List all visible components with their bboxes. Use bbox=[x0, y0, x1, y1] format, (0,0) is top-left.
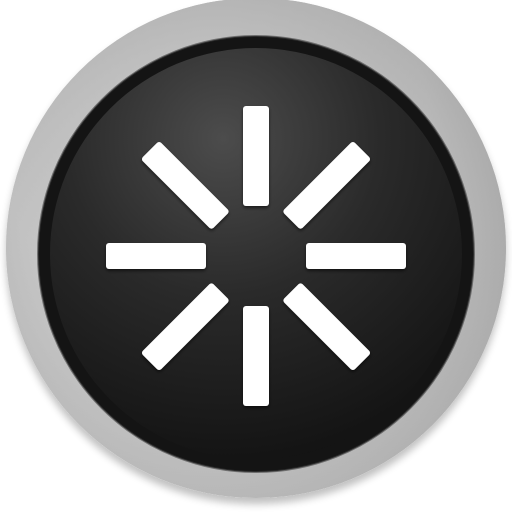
icon-stage bbox=[0, 0, 512, 512]
spinner-spoke bbox=[243, 306, 269, 406]
spinner-spoke bbox=[243, 106, 269, 206]
restart-icon[interactable] bbox=[0, 0, 512, 512]
spinner-spoke bbox=[106, 243, 206, 269]
spinner-spoke bbox=[306, 243, 406, 269]
